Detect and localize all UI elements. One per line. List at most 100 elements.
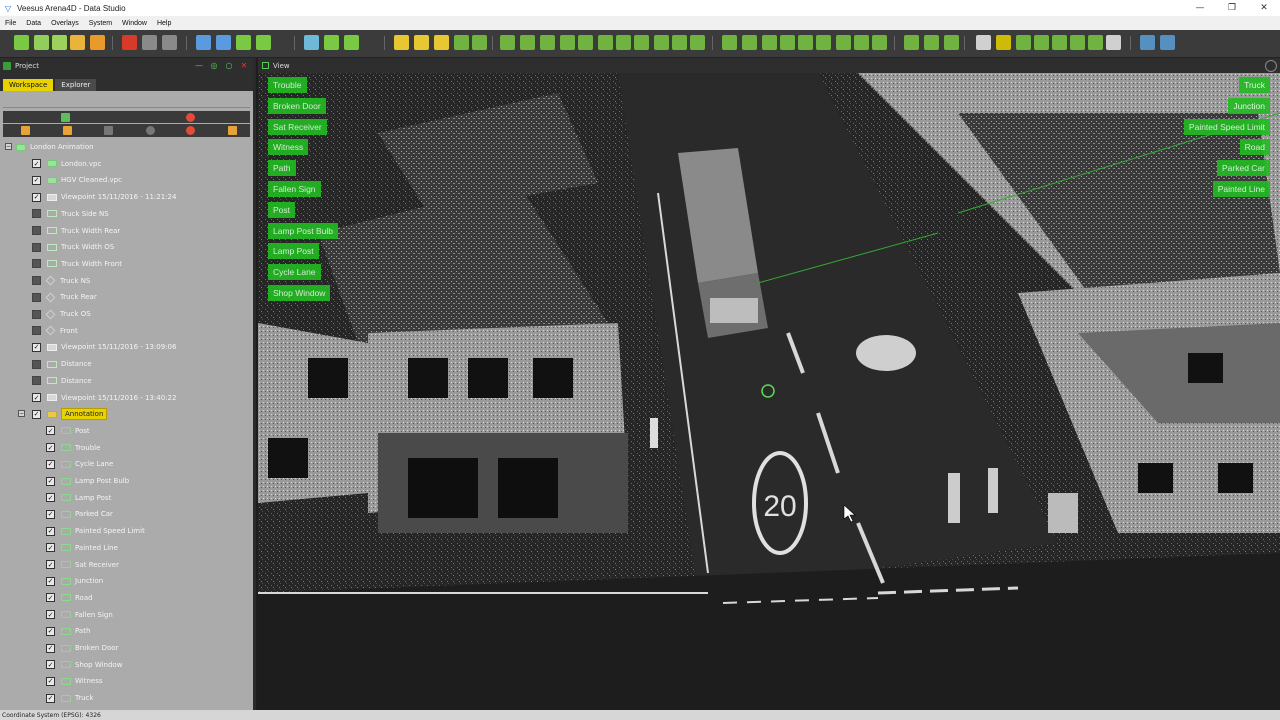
tab-workspace[interactable]: Workspace	[3, 79, 54, 91]
tree-item[interactable]: ✓ Trouble	[46, 440, 100, 456]
window-layout-icon[interactable]	[1106, 35, 1121, 50]
tree-item[interactable]: Truck NS	[32, 273, 90, 289]
visibility-checkbox[interactable]	[32, 242, 41, 252]
workspace-search-input[interactable]	[3, 94, 250, 108]
annotation-tag[interactable]: Parked Car	[1217, 160, 1270, 177]
menu-overlays[interactable]: Overlays	[46, 20, 84, 27]
visibility-checkbox[interactable]: ✓	[46, 509, 55, 519]
visibility-checkbox[interactable]: ✓	[46, 459, 55, 469]
visibility-checkbox[interactable]: ✓	[32, 342, 41, 352]
visibility-checkbox[interactable]	[32, 276, 41, 286]
tree-item[interactable]: ✓ Fallen Sign	[46, 607, 113, 623]
toolbar-tool-icon[interactable]	[944, 35, 959, 50]
annotation-tag[interactable]: Trouble	[268, 77, 307, 93]
toolbar-tool-icon[interactable]	[560, 35, 575, 50]
tree-item[interactable]: − ✓ Annotation	[18, 406, 108, 422]
toolbar-tool-icon[interactable]	[924, 35, 939, 50]
toolbar-tool-icon[interactable]	[540, 35, 555, 50]
visibility-checkbox[interactable]: ✓	[46, 643, 55, 653]
visibility-checkbox[interactable]: ✓	[32, 393, 41, 402]
annotation-tag[interactable]: Junction	[1228, 97, 1270, 114]
annotation-tag[interactable]: Path	[268, 160, 296, 177]
delete-icon[interactable]	[186, 126, 195, 135]
visibility-checkbox[interactable]	[32, 209, 41, 219]
tree-item[interactable]: ✓ Painted Line	[46, 540, 118, 556]
visibility-checkbox[interactable]: ✓	[46, 676, 55, 686]
toolbar-tool-icon[interactable]	[798, 35, 813, 50]
visibility-checkbox[interactable]: ✓	[32, 409, 41, 419]
toolbar-tool-icon[interactable]	[1070, 35, 1085, 50]
undo-icon[interactable]	[142, 35, 157, 50]
print-icon[interactable]	[90, 35, 105, 50]
tree-item[interactable]: ✓ Viewpoint 15/11/2016 - 11:21:24	[32, 189, 176, 205]
toolbar-tool-icon[interactable]	[780, 35, 795, 50]
visibility-checkbox[interactable]: ✓	[46, 693, 55, 703]
toolbar-tool-icon[interactable]	[1016, 35, 1031, 50]
tab-explorer[interactable]: Explorer	[55, 79, 97, 91]
tree-expander-icon[interactable]: −	[5, 143, 12, 150]
visibility-checkbox[interactable]: ✓	[46, 543, 55, 553]
visibility-checkbox[interactable]: ✓	[46, 493, 55, 503]
tree-item[interactable]: ✓ Broken Door	[46, 640, 118, 656]
visibility-checkbox[interactable]: ✓	[46, 576, 55, 586]
zoom-icon[interactable]	[324, 35, 339, 50]
tree-item[interactable]: ✓ Shop Window	[46, 657, 122, 673]
annotation-tag[interactable]: Truck	[1239, 77, 1270, 93]
toolbar-tool-icon[interactable]	[1052, 35, 1067, 50]
visibility-checkbox[interactable]: ✓	[46, 660, 55, 670]
pin-icon[interactable]	[104, 126, 113, 135]
search-icon[interactable]	[146, 126, 155, 135]
save-icon[interactable]	[52, 35, 67, 50]
tree-item[interactable]: ✓ Junction	[46, 573, 103, 589]
view-top-icon[interactable]	[434, 35, 449, 50]
toolbar-tool-icon[interactable]	[722, 35, 737, 50]
annotation-tag[interactable]: Shop Window	[268, 285, 331, 301]
close-panel-icon[interactable]: ✕	[238, 60, 250, 72]
view-options-icon[interactable]	[1265, 59, 1277, 72]
new-icon[interactable]	[14, 35, 29, 50]
menu-window[interactable]: Window	[117, 20, 152, 27]
toolbar-tool-icon[interactable]	[634, 35, 649, 50]
menu-file[interactable]: File	[0, 20, 21, 27]
menu-data[interactable]: Data	[21, 20, 46, 27]
toolbar-tool-icon[interactable]	[762, 35, 777, 50]
toolbar-tool-icon[interactable]	[616, 35, 631, 50]
tree-item[interactable]: Truck Width Rear	[32, 223, 120, 239]
tree-item[interactable]: ✓ Viewpoint 15/11/2016 - 13:40:22	[32, 390, 176, 406]
toolbar-tool-icon[interactable]	[816, 35, 831, 50]
annotation-tag[interactable]: Cycle Lane	[268, 264, 321, 281]
visibility-checkbox[interactable]	[32, 326, 41, 336]
tree-item[interactable]: Front	[32, 323, 78, 339]
annotation-tag[interactable]: Painted Line	[1212, 181, 1270, 197]
tree-item[interactable]: ✓ London.vpc	[32, 156, 101, 172]
redo-icon[interactable]	[162, 35, 177, 50]
annotation-tag[interactable]: Lamp Post Bulb	[268, 222, 339, 239]
visibility-checkbox[interactable]: ✓	[32, 159, 41, 169]
toolbar-tool-icon[interactable]	[500, 35, 515, 50]
tree-item[interactable]: ✓ Parked Car	[46, 506, 113, 522]
remove-icon[interactable]	[186, 113, 195, 122]
toolbar-tool-icon[interactable]	[854, 35, 869, 50]
tree-item[interactable]: ✓ Sat Receiver	[46, 557, 119, 573]
visibility-checkbox[interactable]: ✓	[46, 443, 55, 453]
annotation-tag[interactable]: Lamp Post	[268, 243, 319, 260]
visibility-checkbox[interactable]: ✓	[46, 593, 55, 603]
grid-icon[interactable]	[394, 35, 409, 50]
tree-item[interactable]: Distance	[32, 356, 92, 372]
tree-item[interactable]: ✓ Lamp Post	[46, 490, 111, 506]
visibility-checkbox[interactable]: ✓	[46, 526, 55, 536]
toolbar-tool-icon[interactable]	[996, 35, 1011, 50]
visibility-checkbox[interactable]: ✓	[46, 476, 55, 486]
tree-item[interactable]: ✓ Road	[46, 590, 93, 606]
close-button[interactable]: ✕	[1248, 0, 1280, 16]
visibility-checkbox[interactable]: ✓	[46, 560, 55, 569]
toolbar-tool-icon[interactable]	[672, 35, 687, 50]
toolbar-tool-icon[interactable]	[690, 35, 705, 50]
visibility-checkbox[interactable]: ✓	[46, 426, 55, 436]
minimize-button[interactable]: —	[1184, 0, 1216, 16]
toolbar-tool-icon[interactable]	[742, 35, 757, 50]
toolbar-tool-icon[interactable]	[1140, 35, 1155, 50]
toolbar-tool-icon[interactable]	[836, 35, 851, 50]
annotation-tag[interactable]: Sat Receiver	[268, 118, 327, 135]
menu-system[interactable]: System	[84, 20, 117, 27]
